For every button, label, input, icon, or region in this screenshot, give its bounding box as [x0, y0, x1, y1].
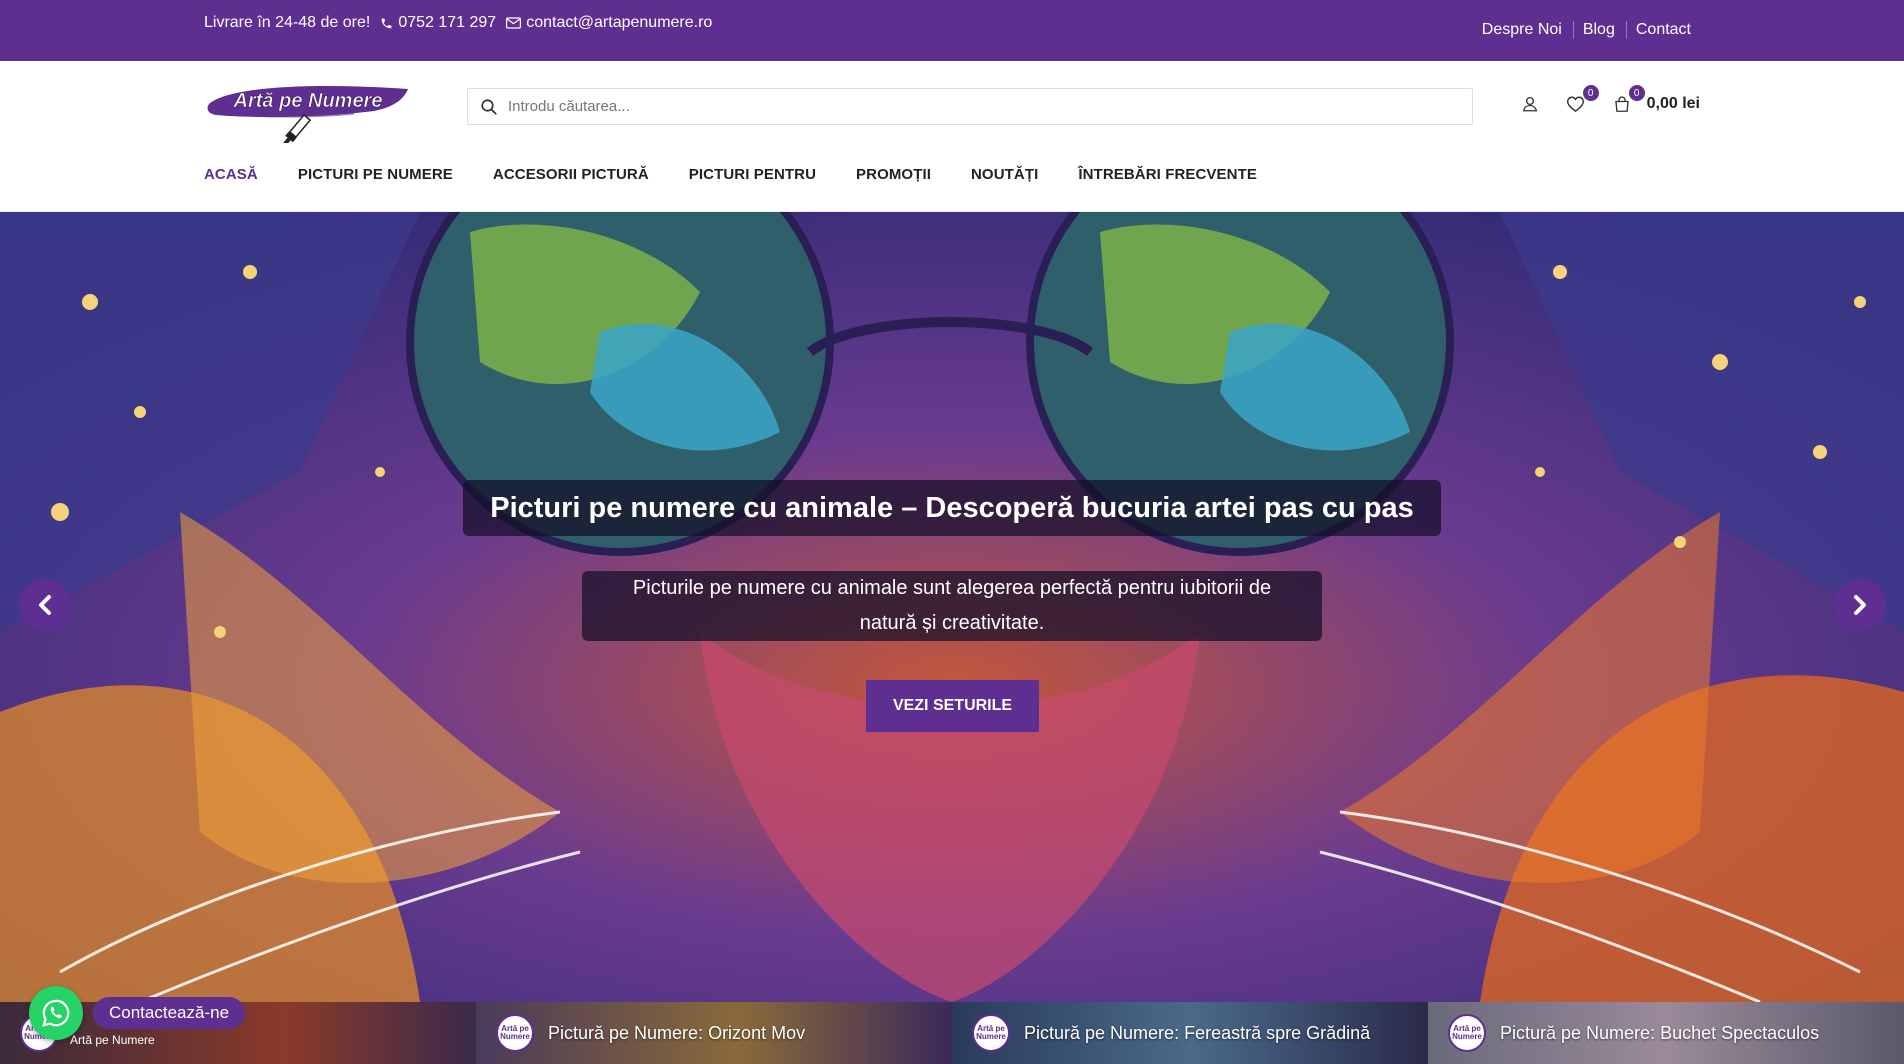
search-icon	[481, 98, 497, 115]
chevron-right-icon	[1854, 595, 1866, 615]
product-title: Pictură pe Numere: Orizont Mov	[548, 1022, 806, 1043]
brand-avatar: Artă pe Numere	[1448, 1014, 1486, 1052]
top-bar-info: Livrare în 24-48 de ore! 0752 171 297 co…	[204, 14, 712, 32]
site-logo[interactable]: Artă pe Numere	[204, 73, 414, 148]
view-sets-button[interactable]: VEZI SETURILE	[866, 680, 1039, 732]
top-bar-links: Despre Noi Blog Contact	[1473, 21, 1700, 39]
email-address: contact@artapenumere.ro	[526, 14, 713, 31]
delivery-text: Livrare în 24-48 de ore!	[204, 14, 371, 31]
link-blog[interactable]: Blog	[1572, 21, 1624, 39]
cart-icon-wrap: 0	[1609, 85, 1645, 117]
main-nav: ACASĂ PICTURI PE NUMERE ACCESORII PICTUR…	[204, 166, 1257, 183]
search-bar[interactable]	[467, 88, 1473, 125]
chevron-left-icon	[39, 595, 51, 615]
nav-item-picturi-pentru[interactable]: PICTURI PENTRU	[689, 166, 816, 183]
envelope-icon	[506, 17, 522, 29]
phone-number: 0752 171 297	[398, 14, 497, 31]
brand-avatar: Artă pe Numere	[496, 1014, 534, 1052]
brand-name: Artă pe Numere	[70, 1033, 155, 1047]
wishlist-count-badge: 0	[1582, 85, 1599, 101]
product-tile[interactable]: Artă pe Numere Pictură pe Numere: Buchet…	[1428, 1002, 1904, 1064]
nav-item-acasa[interactable]: ACASĂ	[204, 166, 258, 183]
cart-button[interactable]: 0 0,00 lei	[1609, 85, 1700, 117]
shopping-bag-icon	[1614, 95, 1629, 112]
link-despre-noi[interactable]: Despre Noi	[1473, 21, 1571, 39]
top-bar: Livrare în 24-48 de ore! 0752 171 297 co…	[0, 0, 1904, 61]
user-icon	[1522, 96, 1537, 112]
nav-item-noutati[interactable]: NOUTĂȚI	[971, 166, 1038, 183]
product-title: Pictură pe Numere: Fereastră spre Grădin…	[1024, 1022, 1371, 1043]
wishlist-button[interactable]: 0	[1563, 85, 1599, 117]
logo-graphic: Artă pe Numere	[207, 85, 408, 148]
product-strip: Artă pe Numere Artă pe Numere Artă pe Nu…	[0, 1002, 1904, 1064]
nav-item-accesorii-pictura[interactable]: ACCESORII PICTURĂ	[493, 166, 649, 183]
heart-icon	[1567, 96, 1585, 112]
link-contact[interactable]: Contact	[1625, 21, 1700, 39]
phone-icon	[381, 18, 392, 28]
product-tile[interactable]: Artă pe Numere Pictură pe Numere: Orizon…	[476, 1002, 952, 1064]
whatsapp-icon	[42, 999, 70, 1027]
email-link[interactable]: contact@artapenumere.ro	[506, 14, 712, 32]
nav-item-intrebari-frecvente[interactable]: ÎNTREBĂRI FRECVENTE	[1078, 166, 1257, 183]
phone-link[interactable]: 0752 171 297	[380, 14, 496, 32]
hero-slider: Picturi pe numere cu animale – Descoperă…	[0, 212, 1904, 1002]
account-button[interactable]	[1517, 91, 1543, 117]
hero-title: Picturi pe numere cu animale – Descoperă…	[463, 480, 1441, 536]
brand-avatar: Artă pe Numere	[972, 1014, 1010, 1052]
nav-item-promotii[interactable]: PROMOȚII	[856, 166, 931, 183]
header-icons: 0 0 0,00 lei	[1517, 85, 1700, 117]
product-title: Pictură pe Numere: Buchet Spectaculos	[1500, 1022, 1820, 1043]
slider-prev-button[interactable]	[19, 579, 71, 631]
svg-text:Artă pe Numere: Artă pe Numere	[233, 90, 383, 112]
whatsapp-label[interactable]: Contactează-ne	[93, 997, 246, 1029]
whatsapp-button[interactable]	[29, 986, 83, 1040]
product-tile[interactable]: Artă pe Numere Pictură pe Numere: Fereas…	[952, 1002, 1428, 1064]
hero-description: Picturile pe numere cu animale sunt aleg…	[582, 571, 1322, 641]
nav-item-picturi-pe-numere[interactable]: PICTURI PE NUMERE	[298, 166, 453, 183]
cart-count-badge: 0	[1628, 85, 1645, 101]
site-header: Artă pe Numere 0 0 0,00 lei ACAS	[0, 61, 1904, 212]
cart-total: 0,00 lei	[1646, 95, 1700, 112]
slider-next-button[interactable]	[1834, 579, 1886, 631]
search-input[interactable]	[508, 98, 1408, 115]
